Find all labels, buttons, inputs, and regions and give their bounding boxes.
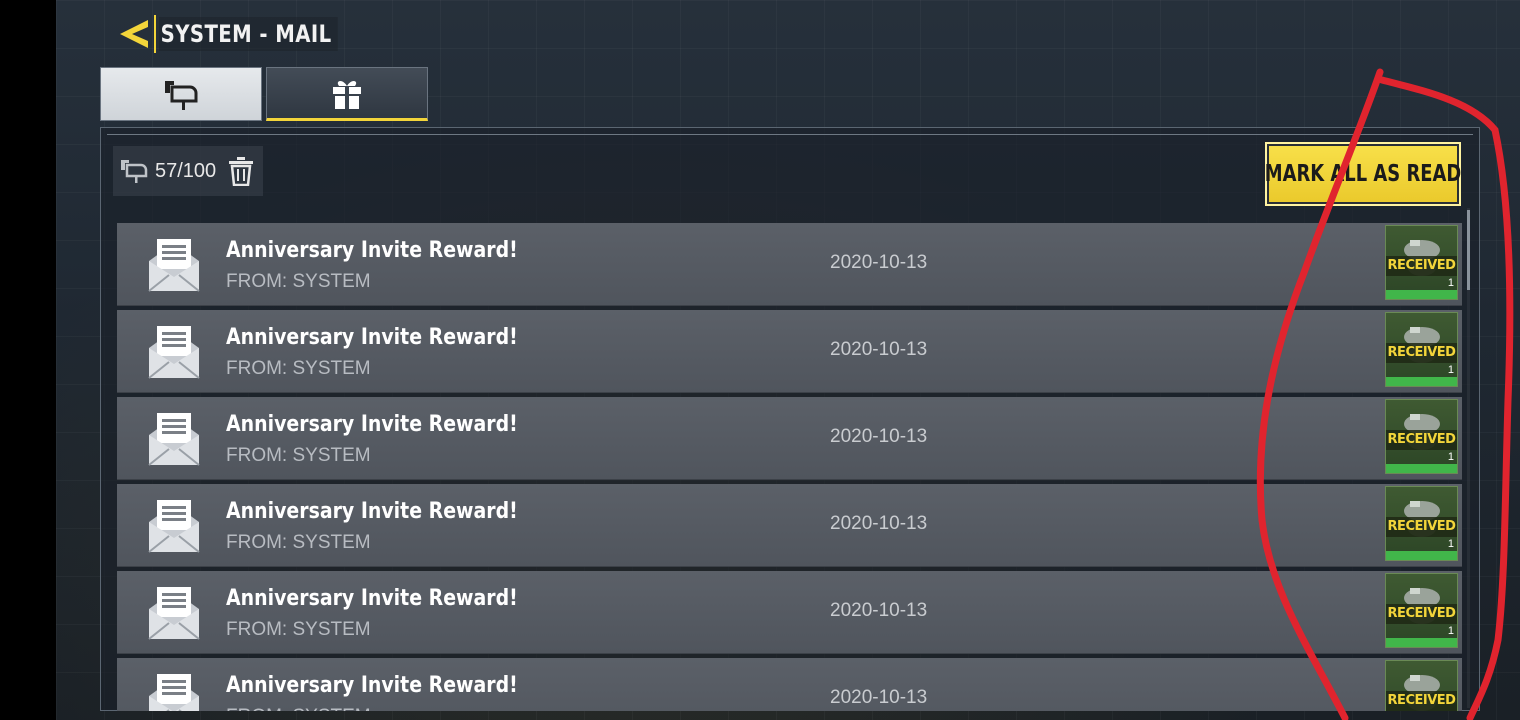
reward-rarity-bar [1386,290,1457,299]
mail-date: 2020-10-13 [830,513,928,534]
tab-gifts[interactable] [266,67,428,121]
mail-panel: 57/100 MARK ALL AS READ Anniversary Invi… [100,127,1480,711]
mail-tabs [100,67,428,121]
envelope-open-icon [148,326,200,379]
mailbox-icon [121,160,148,183]
envelope-open-icon [148,239,200,292]
reward-quantity: 1 [1447,538,1454,550]
panel-divider [107,134,1473,135]
mail-title: Anniversary Invite Reward! [226,412,518,437]
mail-sender: FROM: SYSTEM [226,271,371,292]
mail-sender: FROM: SYSTEM [226,358,371,379]
reward-item[interactable]: RECEIVED 1 [1385,312,1458,387]
reward-rarity-bar [1386,638,1457,647]
gift-icon [333,81,361,109]
reward-item[interactable]: RECEIVED 1 [1385,660,1458,711]
reward-rarity-bar [1386,377,1457,386]
envelope-open-icon [148,587,200,640]
mail-title: Anniversary Invite Reward! [226,499,518,524]
header: SYSTEM - MAIL [114,14,377,54]
mail-row[interactable]: Anniversary Invite Reward! FROM: SYSTEM … [117,571,1462,654]
mail-date: 2020-10-13 [830,426,928,447]
received-badge: RECEIVED [1386,343,1457,363]
tab-mailbox[interactable] [100,67,262,121]
mail-title: Anniversary Invite Reward! [226,673,518,698]
trash-icon [229,157,254,186]
page-title: SYSTEM - MAIL [159,17,339,51]
reward-item[interactable]: RECEIVED 1 [1385,399,1458,474]
mailbox-icon [165,81,198,110]
mail-row[interactable]: Anniversary Invite Reward! FROM: SYSTEM … [117,397,1462,480]
received-badge: RECEIVED [1386,604,1457,624]
mark-all-read-label: MARK ALL AS READ [1264,161,1462,187]
reward-quantity: 1 [1447,625,1454,637]
mail-row[interactable]: Anniversary Invite Reward! FROM: SYSTEM … [117,223,1462,306]
envelope-open-icon [149,674,199,711]
mail-sender: FROM: SYSTEM [226,445,371,466]
mail-counter: 57/100 [113,146,263,196]
back-arrow-icon [120,20,148,48]
reward-item[interactable]: RECEIVED 1 [1385,573,1458,648]
mail-sender: FROM: SYSTEM [226,619,371,640]
mail-count: 57/100 [155,159,217,182]
mail-sender: FROM: SYSTEM [226,706,371,711]
scrollbar-thumb[interactable] [1467,210,1470,290]
received-badge: RECEIVED [1386,256,1457,276]
reward-quantity: 1 [1447,277,1454,289]
mail-title: Anniversary Invite Reward! [226,586,518,611]
mail-row[interactable]: Anniversary Invite Reward! FROM: SYSTEM … [117,310,1462,393]
back-button[interactable] [114,14,154,54]
mail-date: 2020-10-13 [830,252,928,273]
reward-quantity: 1 [1447,451,1454,463]
delete-button[interactable] [228,156,254,186]
mail-row[interactable]: Anniversary Invite Reward! FROM: SYSTEM … [117,658,1462,711]
mail-screen: SYSTEM - MAIL 57/100 MARK ALL AS READ An… [56,0,1520,720]
reward-rarity-bar [1386,464,1457,473]
received-badge: RECEIVED [1386,691,1457,711]
mail-list: Anniversary Invite Reward! FROM: SYSTEM … [117,223,1462,711]
mail-date: 2020-10-13 [830,339,928,360]
mail-date: 2020-10-13 [830,600,928,621]
received-badge: RECEIVED [1386,517,1457,537]
mail-title: Anniversary Invite Reward! [226,325,518,350]
envelope-open-icon [148,500,200,553]
reward-quantity: 1 [1447,364,1454,376]
title-divider [154,15,156,53]
mail-title: Anniversary Invite Reward! [226,238,518,263]
envelope-open-icon [148,413,200,466]
reward-rarity-bar [1386,551,1457,560]
mail-sender: FROM: SYSTEM [226,532,371,553]
received-badge: RECEIVED [1386,430,1457,450]
reward-item[interactable]: RECEIVED 1 [1385,486,1458,561]
mail-date: 2020-10-13 [830,687,928,708]
reward-item[interactable]: RECEIVED 1 [1385,225,1458,300]
mark-all-read-button[interactable]: MARK ALL AS READ [1265,142,1461,206]
mail-row[interactable]: Anniversary Invite Reward! FROM: SYSTEM … [117,484,1462,567]
